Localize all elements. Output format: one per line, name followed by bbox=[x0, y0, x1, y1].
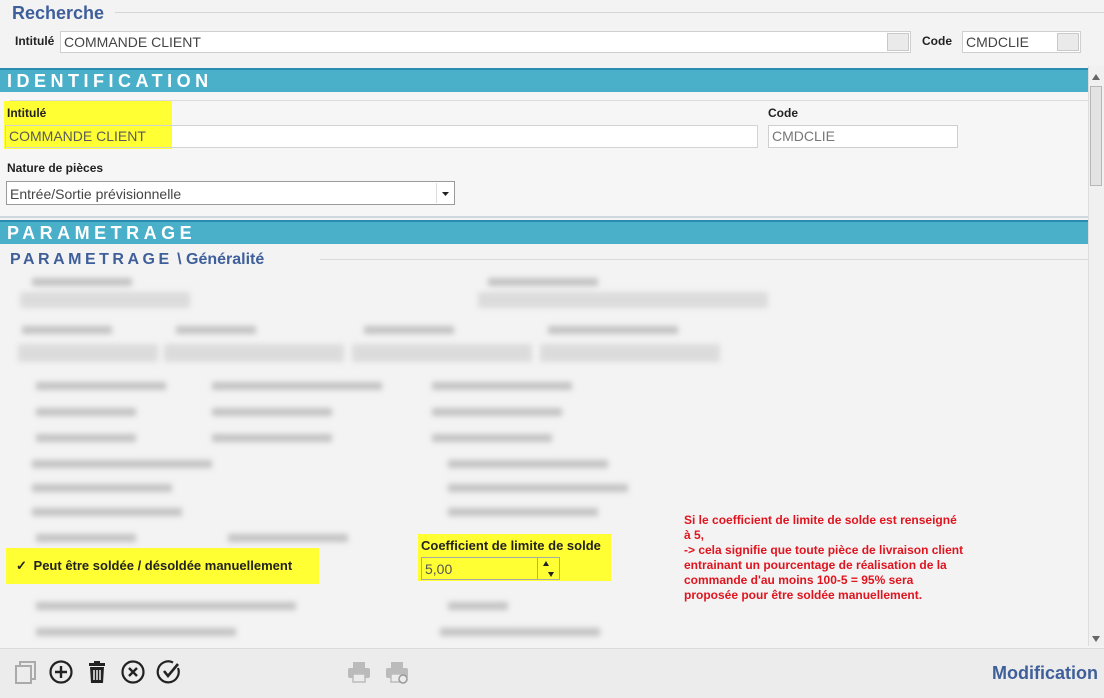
print-preview-button[interactable] bbox=[384, 659, 410, 685]
intitule-input-fill bbox=[172, 126, 757, 147]
search-intitule-input[interactable]: COMMANDE CLIENT bbox=[60, 31, 911, 53]
delete-button[interactable] bbox=[84, 659, 110, 685]
validate-button[interactable] bbox=[156, 659, 182, 685]
parametrage-divider bbox=[320, 259, 1088, 260]
scroll-down-button[interactable] bbox=[1091, 632, 1101, 644]
code-value: CMDCLIE bbox=[772, 128, 836, 144]
note-line-4: entrainant un pourcentage de réalisation… bbox=[684, 558, 947, 572]
search-intitule-lookup-button[interactable] bbox=[887, 33, 909, 51]
print-button[interactable] bbox=[346, 659, 372, 685]
breadcrumb-part: Généralité bbox=[186, 251, 265, 268]
copy-icon bbox=[15, 661, 36, 684]
add-button[interactable] bbox=[48, 659, 74, 685]
search-code-lookup-button[interactable] bbox=[1057, 33, 1079, 51]
coef-stepper[interactable] bbox=[537, 558, 559, 579]
search-intitule-value: COMMANDE CLIENT bbox=[64, 34, 201, 50]
scroll-up-button[interactable] bbox=[1091, 70, 1101, 82]
code-input[interactable]: CMDCLIE bbox=[768, 125, 958, 148]
parametrage-header-title: PARAMETRAGE bbox=[7, 223, 197, 243]
print-icon bbox=[348, 662, 370, 683]
code-label: Code bbox=[768, 106, 798, 120]
breadcrumb-separator: \ bbox=[172, 251, 186, 268]
stepper-arrows-icon bbox=[543, 561, 554, 577]
note-line-6: proposée pour être soldée manuellement. bbox=[684, 588, 923, 602]
print-preview-icon bbox=[386, 662, 408, 684]
obscured-settings bbox=[0, 268, 780, 648]
search-code-label: Code bbox=[922, 34, 952, 48]
copy-button[interactable] bbox=[13, 659, 39, 685]
intitule-value: COMMANDE CLIENT bbox=[9, 128, 146, 144]
mode-status: Modification bbox=[992, 663, 1098, 683]
nature-value: Entrée/Sortie prévisionnelle bbox=[10, 186, 182, 202]
search-code-value: CMDCLIE bbox=[966, 34, 1030, 50]
note-line-1: Si le coefficient de limite de solde est… bbox=[684, 513, 957, 527]
nature-select[interactable]: Entrée/Sortie prévisionnelle bbox=[6, 181, 455, 205]
solde-checkbox-label: Peut être soldée / désoldée manuellement bbox=[33, 558, 293, 573]
scroll-thumb[interactable] bbox=[1090, 86, 1102, 186]
plus-circle-icon bbox=[49, 660, 73, 684]
coef-value: 5,00 bbox=[425, 561, 453, 577]
nature-label: Nature de pièces bbox=[7, 161, 104, 175]
note-line-3: -> cela signifie que toute pièce de livr… bbox=[684, 543, 964, 557]
search-panel: Recherche Intitulé COMMANDE CLIENT Code … bbox=[0, 0, 1104, 66]
note-line-5: commande d'au moins 100-5 = 95% sera bbox=[684, 573, 914, 587]
search-title: Recherche bbox=[12, 3, 105, 23]
check-circle-icon bbox=[156, 660, 180, 684]
identification-header: IDENTIFICATION bbox=[0, 68, 1088, 92]
annotation-note: Si le coefficient de limite de solde est… bbox=[684, 513, 963, 603]
search-divider bbox=[115, 12, 1104, 13]
solde-checkbox[interactable]: ✓ Peut être soldée / désoldée manuelleme… bbox=[16, 558, 292, 574]
parametrage-breadcrumb: PARAMETRAGE \ Généralité bbox=[10, 251, 264, 269]
intitule-label: Intitulé bbox=[7, 106, 47, 120]
coef-label: Coefficient de limite de solde bbox=[421, 538, 601, 553]
note-line-2: à 5, bbox=[684, 528, 705, 542]
chevron-down-icon bbox=[1092, 636, 1100, 642]
search-intitule-label: Intitulé bbox=[15, 34, 55, 48]
chevron-down-icon bbox=[442, 192, 449, 196]
chevron-up-icon bbox=[1092, 74, 1100, 80]
check-icon: ✓ bbox=[16, 558, 27, 573]
breadcrumb-main: PARAMETRAGE bbox=[10, 251, 173, 268]
nature-dropdown-button[interactable] bbox=[436, 183, 454, 203]
parametrage-header: PARAMETRAGE bbox=[0, 220, 1088, 244]
trash-icon bbox=[89, 661, 105, 683]
identification-header-title: IDENTIFICATION bbox=[7, 71, 213, 91]
close-circle-icon bbox=[121, 660, 145, 684]
cancel-button[interactable] bbox=[120, 659, 146, 685]
